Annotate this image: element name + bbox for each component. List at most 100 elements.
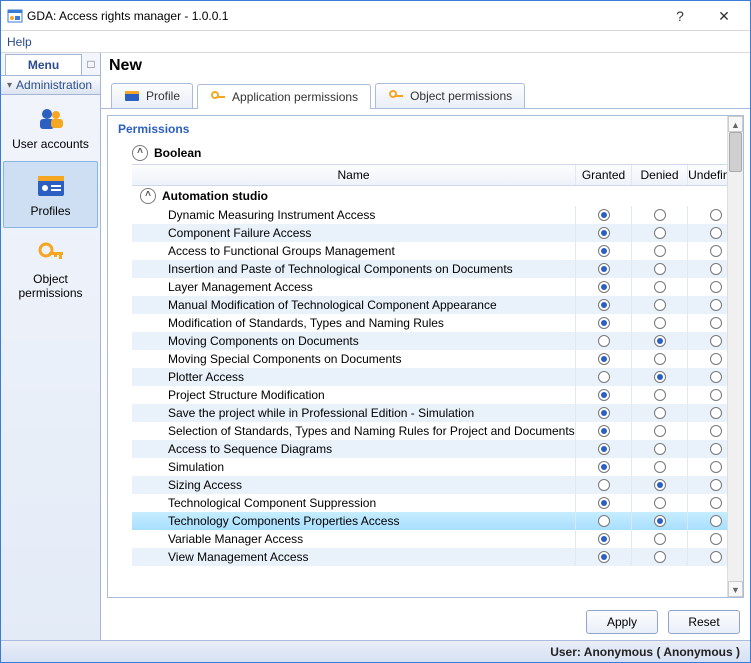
tab-object-permissions[interactable]: Object permissions [375,83,525,108]
scroll-track[interactable] [728,132,743,581]
table-row[interactable]: Technological Component Suppression [132,494,743,512]
radio-denied[interactable] [631,494,687,512]
radio-icon [598,263,610,275]
table-row[interactable]: Manual Modification of Technological Com… [132,296,743,314]
sidebar-group-header[interactable]: ▾ Administration [1,75,100,95]
table-row[interactable]: Access to Functional Groups Management [132,242,743,260]
table-row[interactable]: Moving Special Components on Documents [132,350,743,368]
help-button[interactable]: ? [658,2,702,30]
close-button[interactable]: ✕ [702,2,746,30]
table-row[interactable]: Modification of Standards, Types and Nam… [132,314,743,332]
radio-denied[interactable] [631,296,687,314]
radio-icon [710,515,722,527]
scroll-down-icon[interactable]: ▼ [728,581,743,597]
radio-granted[interactable] [575,440,631,458]
subgroup-automation-studio[interactable]: ˄ Automation studio [132,186,743,206]
radio-granted[interactable] [575,350,631,368]
radio-granted[interactable] [575,278,631,296]
radio-granted[interactable] [575,368,631,386]
radio-icon [710,299,722,311]
sidebar-item-profiles[interactable]: Profiles [3,161,98,227]
radio-denied[interactable] [631,404,687,422]
radio-granted[interactable] [575,224,631,242]
table-row[interactable]: Save the project while in Professional E… [132,404,743,422]
sidebar-group-label: Administration [16,78,92,92]
radio-granted[interactable] [575,494,631,512]
radio-granted[interactable] [575,422,631,440]
radio-denied[interactable] [631,206,687,224]
table-row[interactable]: View Management Access [132,548,743,566]
radio-granted[interactable] [575,332,631,350]
group-boolean[interactable]: ˄ Boolean [132,142,743,164]
radio-icon [654,533,666,545]
radio-denied[interactable] [631,242,687,260]
radio-granted[interactable] [575,476,631,494]
radio-denied[interactable] [631,422,687,440]
radio-granted[interactable] [575,260,631,278]
tab-profile[interactable]: Profile [111,83,193,108]
sidebar-item-user-accounts[interactable]: User accounts [1,95,100,159]
table-row[interactable]: Sizing Access [132,476,743,494]
radio-denied[interactable] [631,314,687,332]
reset-button[interactable]: Reset [668,610,740,634]
pin-icon[interactable]: □ [82,57,100,71]
radio-icon [654,461,666,473]
table-row[interactable]: Moving Components on Documents [132,332,743,350]
table-row[interactable]: Layer Management Access [132,278,743,296]
table-row[interactable]: Component Failure Access [132,224,743,242]
apply-button[interactable]: Apply [586,610,658,634]
radio-granted[interactable] [575,404,631,422]
status-bar: User: Anonymous ( Anonymous ) [1,640,750,662]
table-row[interactable]: Insertion and Paste of Technological Com… [132,260,743,278]
sidebar-item-object-permissions[interactable]: Object permissions [1,230,100,309]
radio-granted[interactable] [575,242,631,260]
table-row[interactable]: Technology Components Properties Access [132,512,743,530]
table-row[interactable]: Simulation [132,458,743,476]
radio-granted[interactable] [575,512,631,530]
radio-denied[interactable] [631,440,687,458]
radio-icon [710,425,722,437]
table-row[interactable]: Project Structure Modification [132,386,743,404]
radio-denied[interactable] [631,260,687,278]
radio-denied[interactable] [631,332,687,350]
table-row[interactable]: Dynamic Measuring Instrument Access [132,206,743,224]
menu-help[interactable]: Help [7,35,32,49]
radio-granted[interactable] [575,386,631,404]
radio-denied[interactable] [631,368,687,386]
table-row[interactable]: Selection of Standards, Types and Naming… [132,422,743,440]
permission-name: Plotter Access [160,370,575,384]
radio-denied[interactable] [631,350,687,368]
radio-granted[interactable] [575,314,631,332]
radio-denied[interactable] [631,512,687,530]
radio-denied[interactable] [631,224,687,242]
radio-granted[interactable] [575,530,631,548]
sidebar-menu-label[interactable]: Menu [5,54,82,75]
table-row[interactable]: Access to Sequence Diagrams [132,440,743,458]
table-row[interactable]: Variable Manager Access [132,530,743,548]
tab-application-permissions[interactable]: Application permissions [197,84,371,109]
radio-granted[interactable] [575,458,631,476]
radio-granted[interactable] [575,296,631,314]
radio-denied[interactable] [631,386,687,404]
radio-granted[interactable] [575,206,631,224]
collapse-icon[interactable]: ˄ [132,145,148,161]
radio-granted[interactable] [575,548,631,566]
table-row[interactable]: Plotter Access [132,368,743,386]
sidebar-item-label: Object permissions [1,272,100,301]
radio-icon [710,371,722,383]
radio-denied[interactable] [631,476,687,494]
radio-icon [654,407,666,419]
radio-icon [710,209,722,221]
radio-denied[interactable] [631,548,687,566]
scroll-up-icon[interactable]: ▲ [728,116,743,132]
collapse-icon[interactable]: ˄ [140,188,156,204]
radio-denied[interactable] [631,530,687,548]
permission-name: Moving Components on Documents [160,334,575,348]
tab-strip: Profile Application permissions Object p… [101,79,750,109]
scrollbar-vertical[interactable]: ▲ ▼ [727,116,743,597]
scroll-thumb[interactable] [729,132,742,172]
radio-denied[interactable] [631,458,687,476]
radio-icon [654,425,666,437]
profile-card-icon [124,88,140,104]
radio-denied[interactable] [631,278,687,296]
